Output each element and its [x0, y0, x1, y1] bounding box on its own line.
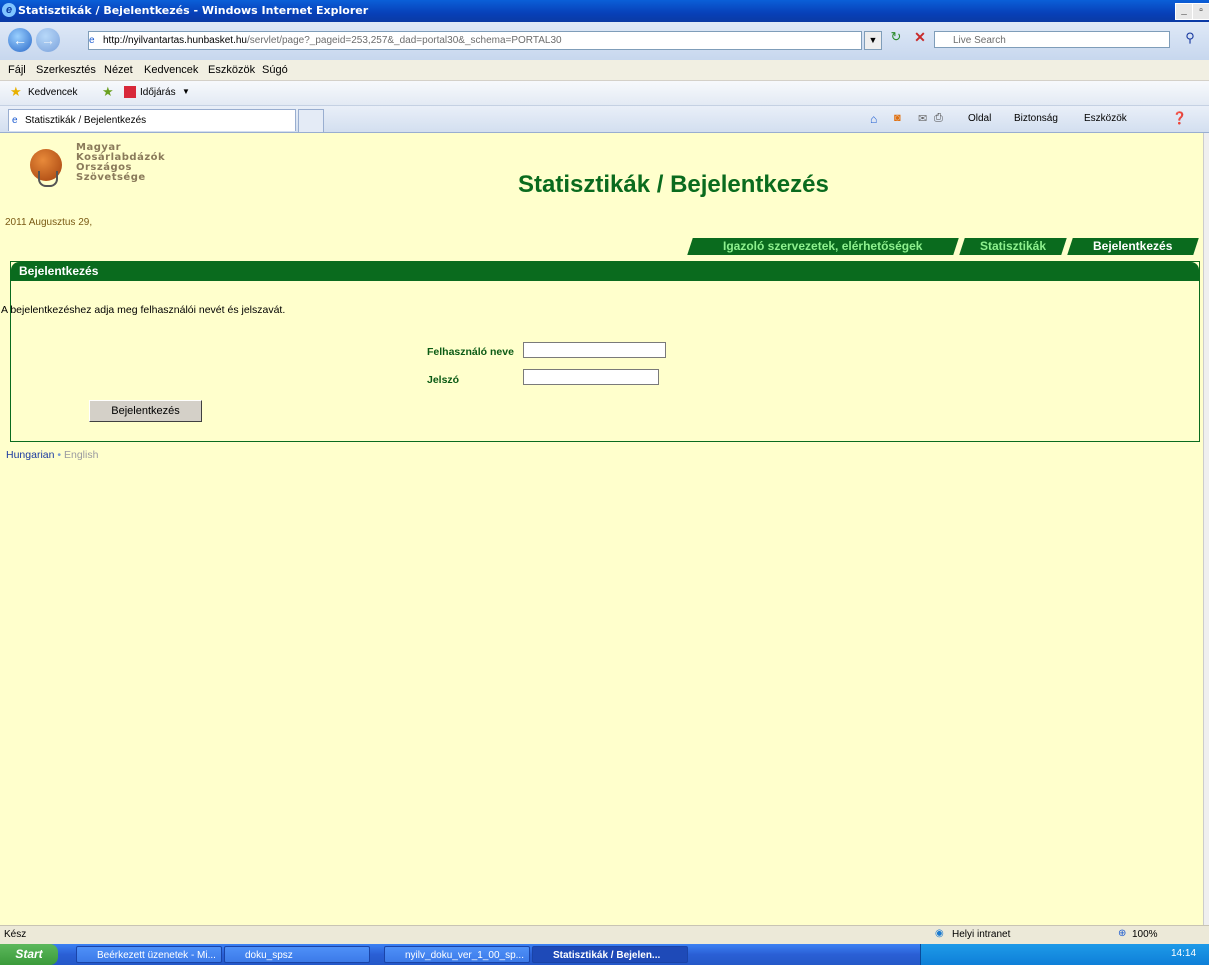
- search-input[interactable]: Live Search: [934, 31, 1170, 48]
- menu-file[interactable]: Fájl: [8, 64, 26, 76]
- add-favorite-icon[interactable]: ★: [102, 84, 114, 100]
- login-panel-header: Bejelentkezés: [11, 262, 1199, 281]
- weather-dropdown-icon[interactable]: ▼: [182, 87, 190, 96]
- tab-igazolo-szervezetek[interactable]: Igazoló szervezetek, elérhetőségek: [687, 238, 959, 255]
- mail-icon[interactable]: ✉: [918, 112, 927, 125]
- safety-menu[interactable]: Biztonság: [1014, 113, 1058, 124]
- tools-menu[interactable]: Eszközök: [1084, 113, 1127, 124]
- favorites-star-icon[interactable]: ★: [10, 84, 22, 100]
- feeds-icon[interactable]: ◙: [894, 112, 901, 124]
- menu-help[interactable]: Súgó: [262, 64, 288, 76]
- login-button[interactable]: Bejelentkezés: [89, 400, 202, 422]
- page-title: Statisztikák / Bejelentkezés: [518, 171, 829, 198]
- system-tray: 14:14: [920, 944, 1209, 965]
- username-input[interactable]: [523, 342, 666, 358]
- taskbar-item-ie[interactable]: Statisztikák / Bejelen...: [532, 946, 688, 963]
- basket-net-icon: [38, 171, 58, 187]
- logo-text: Magyar Kosárlabdázók Országos Szövetsége: [76, 142, 166, 183]
- window-title-bar[interactable]: e Statisztikák / Bejelentkezés - Windows…: [0, 0, 1209, 22]
- password-label: Jelszó: [427, 374, 460, 386]
- back-arrow-icon[interactable]: ←: [8, 28, 32, 52]
- home-icon[interactable]: ⌂: [870, 112, 877, 126]
- weather-icon: [124, 86, 136, 98]
- favorites-button[interactable]: Kedvencek: [28, 87, 77, 98]
- search-icon[interactable]: ⚲: [1180, 30, 1200, 50]
- login-instruction: A bejelentkezéshez adja meg felhasználói…: [1, 304, 286, 316]
- date-label: 2011 Augusztus 29,: [5, 217, 93, 228]
- lang-english-link[interactable]: English: [64, 449, 98, 461]
- ie-icon: e: [2, 3, 16, 17]
- login-panel: Bejelentkezés A bejelentkezéshez adja me…: [1, 261, 1200, 442]
- stop-icon[interactable]: ✕: [910, 29, 930, 49]
- tab-bejelentkezes[interactable]: Bejelentkezés: [1067, 238, 1199, 255]
- taskbar-item-outlook[interactable]: Beérkezett üzenetek - Mi...: [76, 946, 222, 963]
- taskbar: Start Beérkezett üzenetek - Mi... doku_s…: [0, 944, 1209, 965]
- start-button[interactable]: Start: [0, 944, 58, 965]
- taskbar-item-word[interactable]: nyilv_doku_ver_1_00_sp...: [384, 946, 530, 963]
- menu-edit[interactable]: Szerkesztés: [36, 64, 96, 76]
- menu-view[interactable]: Nézet: [104, 64, 133, 76]
- taskbar-item-folder[interactable]: doku_spsz: [224, 946, 370, 963]
- print-icon[interactable]: ⎙: [934, 112, 943, 125]
- tab-row: e Statisztikák / Bejelentkezés ⌂ ◙ ✉ ⎙ O…: [0, 106, 1209, 133]
- language-selector: Hungarian • English: [6, 449, 98, 461]
- lang-hungarian-link[interactable]: Hungarian: [6, 449, 54, 461]
- help-icon[interactable]: ❓: [1172, 111, 1187, 125]
- menu-tools[interactable]: Eszközök: [208, 64, 255, 76]
- minimize-button[interactable]: _: [1175, 3, 1193, 20]
- refresh-icon[interactable]: ↻: [886, 29, 906, 49]
- zone-label: Helyi intranet: [952, 929, 1011, 940]
- intranet-zone-icon: ◉: [935, 928, 944, 939]
- status-text: Kész: [4, 929, 27, 940]
- command-bar: ⌂ ◙ ✉ ⎙ Oldal Biztonság Eszközök ❓: [870, 111, 1206, 128]
- browser-tab-active[interactable]: e Statisztikák / Bejelentkezés: [8, 109, 296, 131]
- username-label: Felhasználó neve: [427, 346, 514, 358]
- tab-statisztikak[interactable]: Statisztikák: [959, 238, 1067, 255]
- password-input[interactable]: [523, 369, 659, 385]
- window-title: Statisztikák / Bejelentkezés - Windows I…: [18, 4, 369, 17]
- address-dropdown-icon[interactable]: ▼: [864, 31, 882, 50]
- menu-favorites[interactable]: Kedvencek: [144, 64, 198, 76]
- clock: 14:14: [1171, 948, 1197, 959]
- new-tab-button[interactable]: [298, 109, 324, 132]
- favorites-bar: ★ Kedvencek ★ Időjárás ▼: [0, 81, 1209, 106]
- weather-link[interactable]: Időjárás: [140, 87, 176, 98]
- zoom-icon[interactable]: ⊕: [1118, 928, 1126, 939]
- menu-bar: Fájl Szerkesztés Nézet Kedvencek Eszközö…: [0, 60, 1209, 81]
- forward-arrow-icon[interactable]: →: [36, 28, 60, 52]
- vertical-scrollbar[interactable]: [1203, 133, 1209, 925]
- address-toolbar: ← → e http://nyilvantartas.hunbasket.hu/s…: [0, 22, 1209, 61]
- page-menu[interactable]: Oldal: [968, 113, 991, 124]
- page-content: Magyar Kosárlabdázók Országos Szövetsége St…: [0, 133, 1203, 925]
- tab-ie-icon: e: [12, 115, 18, 126]
- maximize-button[interactable]: ▫: [1192, 3, 1209, 20]
- page-icon: e: [89, 35, 95, 46]
- address-bar[interactable]: e http://nyilvantartas.hunbasket.hu/servl…: [88, 31, 862, 50]
- status-bar: Kész ◉ Helyi intranet ⊕ 100%: [0, 925, 1209, 945]
- lang-separator: •: [57, 449, 62, 461]
- zoom-level[interactable]: 100%: [1132, 929, 1158, 940]
